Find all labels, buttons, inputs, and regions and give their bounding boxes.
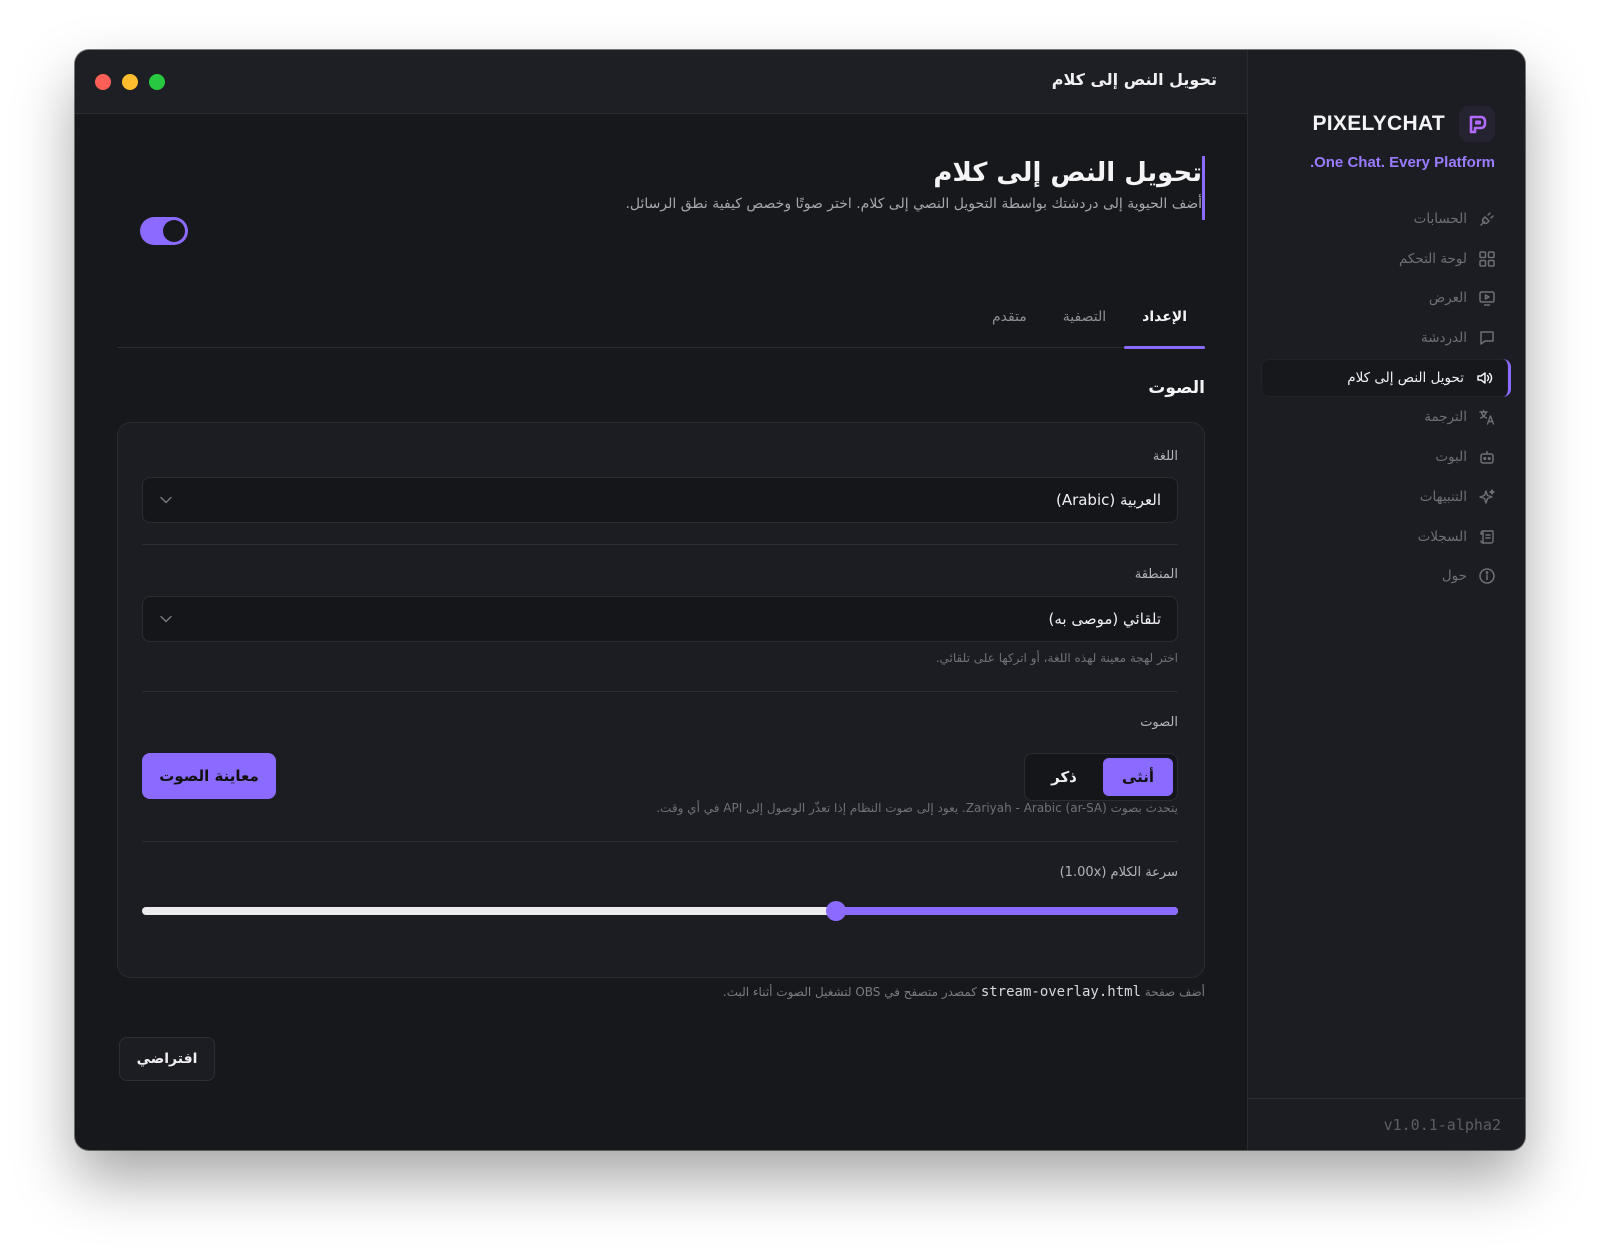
monitor-icon: [1477, 288, 1497, 308]
app-window: تحويل النص إلى كلام تحويل النص إلى كلام …: [75, 50, 1525, 1150]
toggle-knob: [163, 220, 185, 242]
sidebar-item-chat[interactable]: الدردشة: [1261, 319, 1511, 357]
sidebar-item-label: العرض: [1428, 290, 1467, 307]
language-label: اللغة: [1152, 449, 1178, 464]
obs-note: أضف صفحة stream-overlay.html كمصدر متصفح…: [723, 984, 1205, 1000]
sidebar-item-label: الترجمة: [1424, 409, 1467, 426]
sidebar-footer: v1.0.1-alpha2: [1248, 1098, 1525, 1150]
pixelychat-logo-icon: [1459, 106, 1495, 142]
maximize-window-button[interactable]: [149, 74, 165, 90]
plug-icon: [1477, 209, 1497, 229]
sidebar-item-label: الدردشة: [1420, 330, 1467, 347]
obs-note-prefix: أضف صفحة: [1140, 985, 1205, 999]
region-select-value: تلقائي (موصى به): [1048, 610, 1161, 628]
bot-icon: [1477, 447, 1497, 467]
logs-icon: [1477, 527, 1497, 547]
sidebar-item-label: البوت: [1435, 449, 1467, 466]
window-controls: [95, 74, 165, 90]
region-select[interactable]: تلقائي (موصى به): [142, 596, 1178, 642]
sidebar-item-tts[interactable]: تحويل النص إلى كلام: [1261, 358, 1511, 397]
minimize-window-button[interactable]: [122, 74, 138, 90]
sidebar-item-label: تحويل النص إلى كلام: [1347, 369, 1464, 386]
tab-bar: الإعداد التصفية متقدم: [117, 294, 1205, 349]
obs-overlay-filename: stream-overlay.html: [980, 984, 1141, 1000]
divider: [142, 544, 1178, 545]
info-icon: [1477, 566, 1497, 586]
brand-tagline: .One Chat. Every Platform: [1309, 154, 1495, 171]
grid-icon: [1477, 249, 1497, 269]
sidebar-item-bot[interactable]: البوت: [1261, 438, 1511, 476]
sidebar-item-label: التنبيهات: [1419, 488, 1467, 505]
reset-default-button[interactable]: افتراضي: [119, 1037, 215, 1081]
tab-advanced[interactable]: متقدم: [974, 294, 1045, 348]
language-select[interactable]: العربية (Arabic): [142, 477, 1178, 523]
language-select-value: العربية (Arabic): [1055, 491, 1161, 509]
sidebar-item-overlay[interactable]: العرض: [1261, 279, 1511, 317]
sidebar-item-label: الحسابات: [1413, 211, 1467, 227]
close-window-button[interactable]: [95, 74, 111, 90]
translate-icon: [1477, 407, 1497, 427]
sidebar-item-accounts[interactable]: الحسابات: [1261, 200, 1511, 238]
divider: [142, 841, 1178, 842]
voice-hint: يتحدث بصوت Zariyah - Arabic (ar-SA). يعو…: [656, 801, 1178, 815]
sidebar-item-about[interactable]: حول: [1261, 557, 1511, 595]
chevron-down-icon: [159, 493, 173, 507]
section-title-voice: الصوت: [1148, 378, 1205, 398]
tab-setup[interactable]: الإعداد: [1124, 294, 1205, 349]
preview-voice-button[interactable]: معاينة الصوت: [142, 753, 276, 799]
title-bar: تحويل النص إلى كلام: [75, 50, 1247, 114]
tab-filtering[interactable]: التصفية: [1045, 294, 1124, 348]
sidebar-item-label: لوحة التحكم: [1398, 250, 1467, 267]
voice-male-option[interactable]: ذكر: [1029, 758, 1099, 796]
region-hint: اختر لهجة معينة لهذه اللغة، أو اتركها عل…: [935, 651, 1178, 665]
speech-speed-label: سرعة الكلام (1.00x): [1059, 865, 1178, 880]
slider-thumb[interactable]: [826, 901, 846, 921]
sidebar-item-label: السجلات: [1417, 528, 1467, 545]
chat-icon: [1477, 328, 1497, 348]
page-description: أضف الحيوية إلى دردشتك بواسطة التحويل ال…: [625, 196, 1202, 212]
window-title: تحويل النص إلى كلام: [1051, 70, 1217, 89]
sidebar-item-alerts[interactable]: التنبيهات: [1261, 478, 1511, 516]
sidebar: PIXELYCHAT .One Chat. Every Platform الح…: [1247, 50, 1525, 1150]
page-header: تحويل النص إلى كلام أضف الحيوية إلى دردش…: [625, 156, 1205, 220]
sidebar-nav: الحسابات لوحة التحكم العرض الدردشة تحويل…: [1261, 200, 1511, 597]
voice-gender-selector: أنثى ذكر: [1024, 753, 1178, 801]
voice-female-option[interactable]: أنثى: [1103, 758, 1173, 796]
obs-note-suffix: كمصدر متصفح في OBS لتشغيل الصوت أثناء ال…: [722, 985, 981, 999]
brand: PIXELYCHAT: [1312, 106, 1495, 142]
page-title: تحويل النص إلى كلام: [933, 158, 1202, 188]
slider-fill: [826, 907, 1178, 915]
speech-speed-slider[interactable]: [142, 901, 1178, 921]
sidebar-item-label: حول: [1441, 568, 1467, 585]
main-content: تحويل النص إلى كلام أضف الحيوية إلى دردش…: [75, 114, 1247, 1150]
voice-settings-card: اللغة العربية (Arabic) المنطقة تلقائي (م…: [117, 422, 1205, 978]
chevron-down-icon: [159, 612, 173, 626]
brand-name: PIXELYCHAT: [1312, 112, 1445, 135]
divider: [142, 691, 1178, 692]
sparkle-icon: [1477, 487, 1497, 507]
tts-enable-toggle[interactable]: [140, 217, 188, 245]
app-version: v1.0.1-alpha2: [1383, 1115, 1501, 1134]
sidebar-item-logs[interactable]: السجلات: [1261, 518, 1511, 556]
voice-label: الصوت: [1140, 715, 1178, 730]
sidebar-item-translation[interactable]: الترجمة: [1261, 398, 1511, 436]
speaker-icon: [1474, 368, 1494, 388]
region-label: المنطقة: [1134, 567, 1178, 582]
sidebar-item-dashboard[interactable]: لوحة التحكم: [1261, 240, 1511, 278]
